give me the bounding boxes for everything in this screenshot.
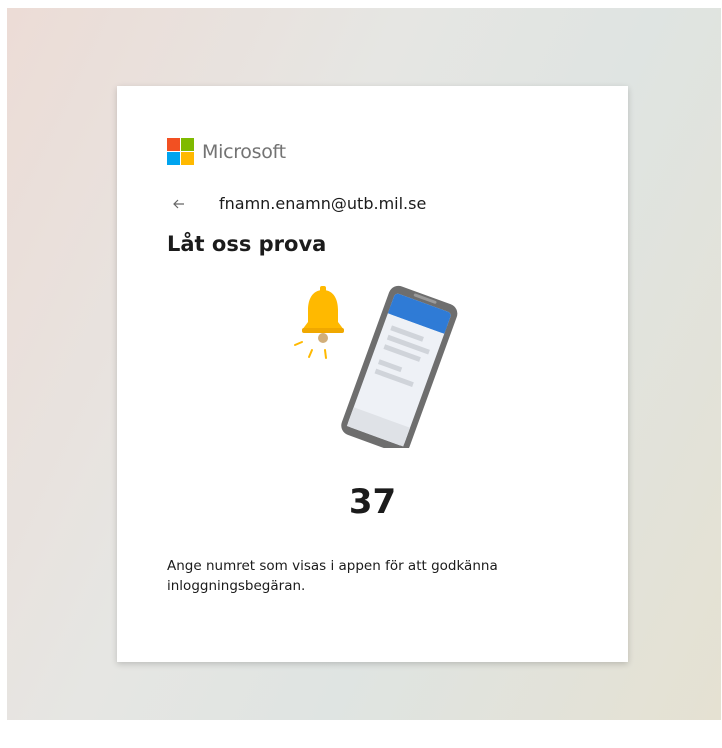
- authenticator-illustration: [292, 278, 462, 454]
- background: Microsoft fnamn.enamn@utb.mil.se Låt oss…: [7, 8, 721, 720]
- microsoft-logo: Microsoft: [167, 138, 286, 165]
- identity-banner: fnamn.enamn@utb.mil.se: [171, 194, 426, 213]
- page-title: Låt oss prova: [167, 232, 327, 256]
- back-arrow-icon[interactable]: [171, 196, 187, 212]
- sign-in-card: Microsoft fnamn.enamn@utb.mil.se Låt oss…: [117, 86, 628, 662]
- microsoft-logo-icon: [167, 138, 194, 165]
- phone-icon: [341, 285, 458, 454]
- verification-number: 37: [348, 482, 397, 522]
- microsoft-wordmark: Microsoft: [202, 140, 286, 163]
- instruction-text: Ange numret som visas i appen för att go…: [167, 558, 498, 594]
- bell-icon: [294, 286, 344, 359]
- account-email: fnamn.enamn@utb.mil.se: [219, 194, 427, 213]
